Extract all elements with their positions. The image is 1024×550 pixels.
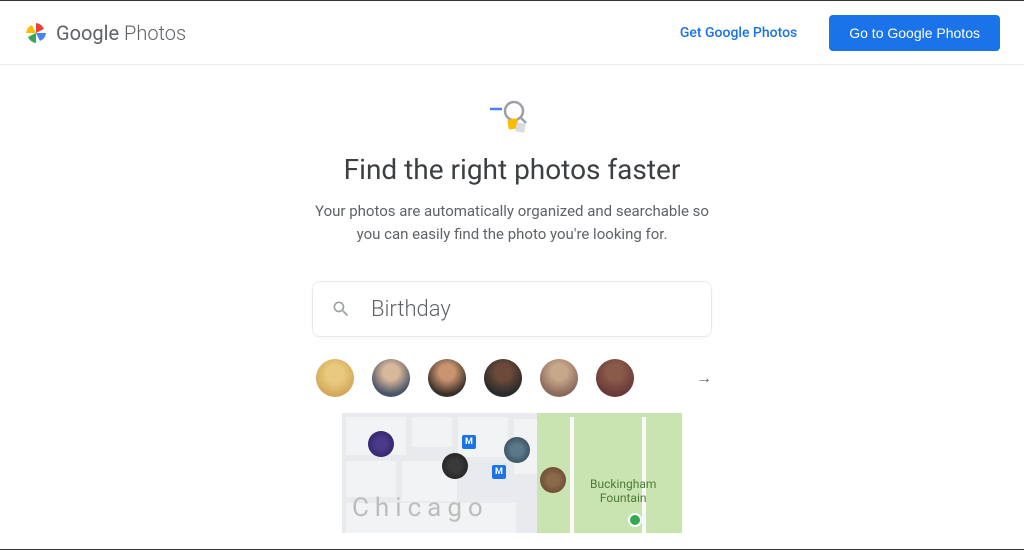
pinwheel-icon bbox=[24, 21, 48, 45]
search-demo-card: Birthday bbox=[312, 281, 712, 337]
avatar-person-4[interactable] bbox=[540, 359, 578, 397]
map-preview[interactable]: Chicago BuckinghamFountain M M bbox=[342, 413, 682, 533]
map-park-label: BuckinghamFountain bbox=[590, 477, 656, 506]
search-illustration-icon bbox=[488, 97, 536, 137]
map-photo-pin[interactable] bbox=[368, 431, 394, 457]
park-marker-icon bbox=[628, 513, 642, 527]
map-photo-pin[interactable] bbox=[540, 467, 566, 493]
map-photo-pin[interactable] bbox=[442, 453, 468, 479]
metro-marker: M bbox=[492, 465, 506, 479]
map-photo-pin[interactable] bbox=[504, 437, 530, 463]
go-to-photos-button[interactable]: Go to Google Photos bbox=[829, 15, 1000, 51]
get-photos-link[interactable]: Get Google Photos bbox=[680, 25, 797, 41]
hero-subtitle: Your photos are automatically organized … bbox=[302, 200, 722, 245]
arrow-right-icon[interactable]: → bbox=[696, 368, 712, 388]
avatar-person-1[interactable] bbox=[372, 359, 410, 397]
avatar-person-5[interactable] bbox=[596, 359, 634, 397]
avatar-row: → bbox=[312, 359, 712, 397]
hero-section: Find the right photos faster Your photos… bbox=[0, 65, 1024, 533]
metro-marker: M bbox=[462, 435, 476, 449]
brand-text: Google Photos bbox=[56, 21, 186, 45]
avatar-person-3[interactable] bbox=[484, 359, 522, 397]
brand-logo[interactable]: Google Photos bbox=[24, 21, 186, 45]
search-icon bbox=[331, 299, 351, 319]
hero-title: Find the right photos faster bbox=[344, 153, 681, 186]
search-query-text: Birthday bbox=[371, 297, 451, 322]
header-right: Get Google Photos Go to Google Photos bbox=[680, 15, 1000, 51]
avatar-person-2[interactable] bbox=[428, 359, 466, 397]
map-city-label: Chicago bbox=[352, 493, 489, 523]
header: Google Photos Get Google Photos Go to Go… bbox=[0, 1, 1024, 65]
avatar-dog[interactable] bbox=[316, 359, 354, 397]
